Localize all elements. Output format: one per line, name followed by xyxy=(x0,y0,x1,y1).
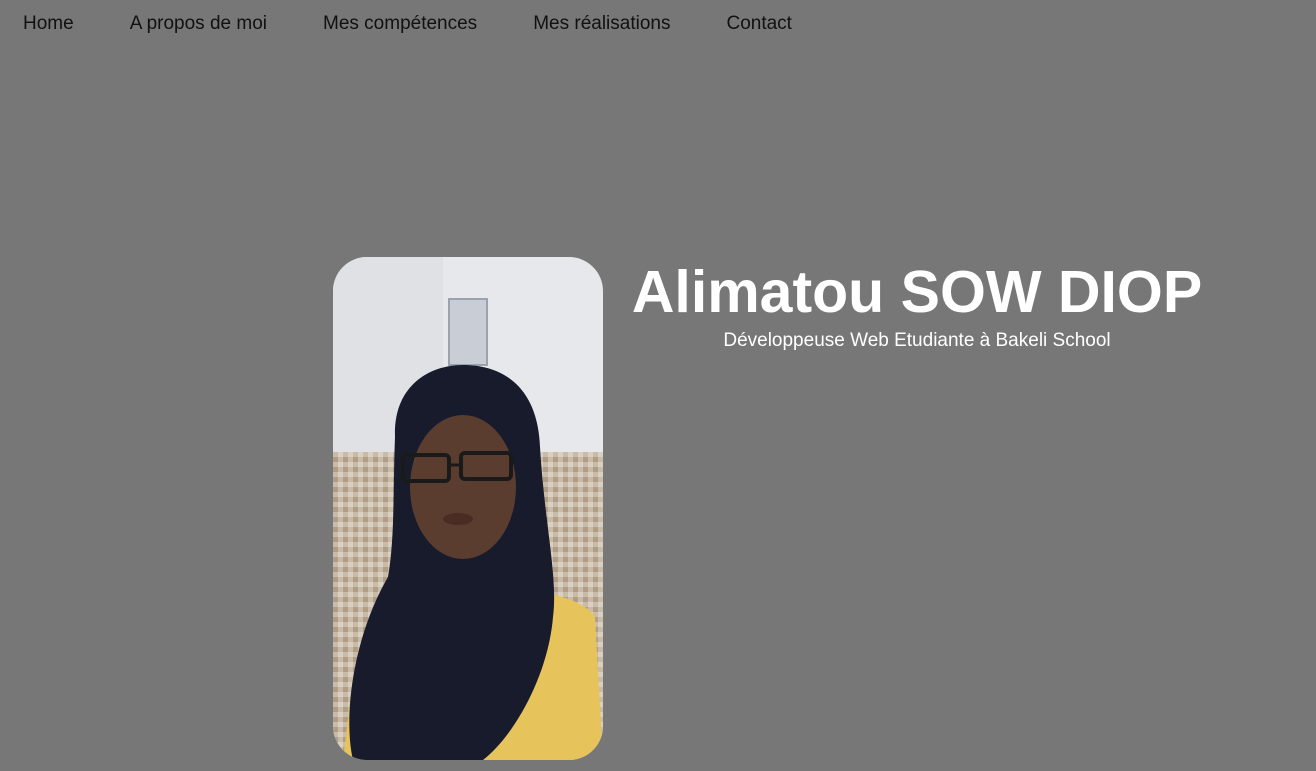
hero-name: Alimatou SOW DIOP xyxy=(631,259,1203,325)
hero-subtitle: Développeuse Web Etudiante à Bakeli Scho… xyxy=(723,330,1111,351)
nav-link-contact[interactable]: Contact xyxy=(726,13,791,35)
top-nav: Home A propos de moi Mes compétences Mes… xyxy=(0,0,848,48)
nav-link-about[interactable]: A propos de moi xyxy=(130,13,267,35)
profile-photo xyxy=(333,257,603,760)
page: Home A propos de moi Mes compétences Mes… xyxy=(0,0,1316,771)
nav-link-projects[interactable]: Mes réalisations xyxy=(533,13,670,35)
nav-link-home[interactable]: Home xyxy=(23,13,74,35)
nav-link-skills[interactable]: Mes compétences xyxy=(323,13,477,35)
profile-photo-illustration xyxy=(333,257,603,760)
